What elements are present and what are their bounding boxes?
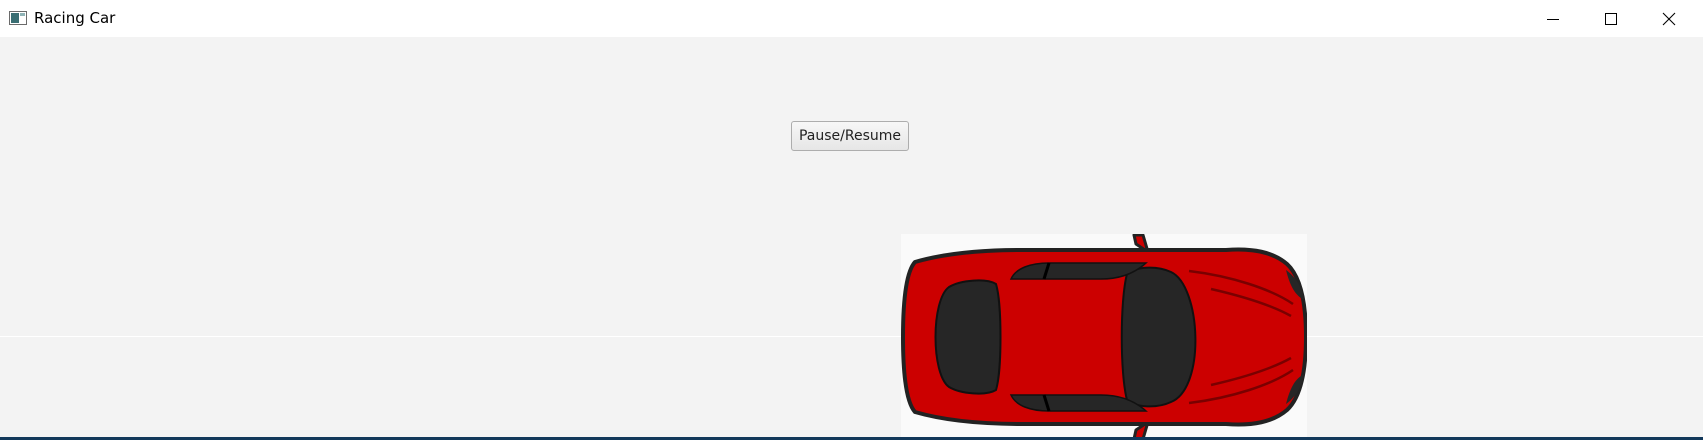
minimize-icon — [1547, 18, 1559, 20]
close-icon — [1662, 12, 1676, 25]
close-button[interactable] — [1640, 0, 1698, 37]
maximize-button[interactable] — [1582, 0, 1640, 37]
pause-resume-button[interactable]: Pause/Resume — [791, 121, 909, 151]
title-bar[interactable]: Racing Car — [0, 0, 1703, 37]
minimize-button[interactable] — [1524, 0, 1582, 37]
track-divider — [0, 336, 1703, 337]
app-icon — [9, 11, 27, 25]
app-window: Racing Car Pause/Resume — [0, 0, 1703, 440]
game-canvas: Pause/Resume — [0, 37, 1703, 440]
maximize-icon — [1605, 12, 1617, 25]
racing-car-icon — [901, 234, 1307, 440]
window-title: Racing Car — [34, 9, 116, 27]
